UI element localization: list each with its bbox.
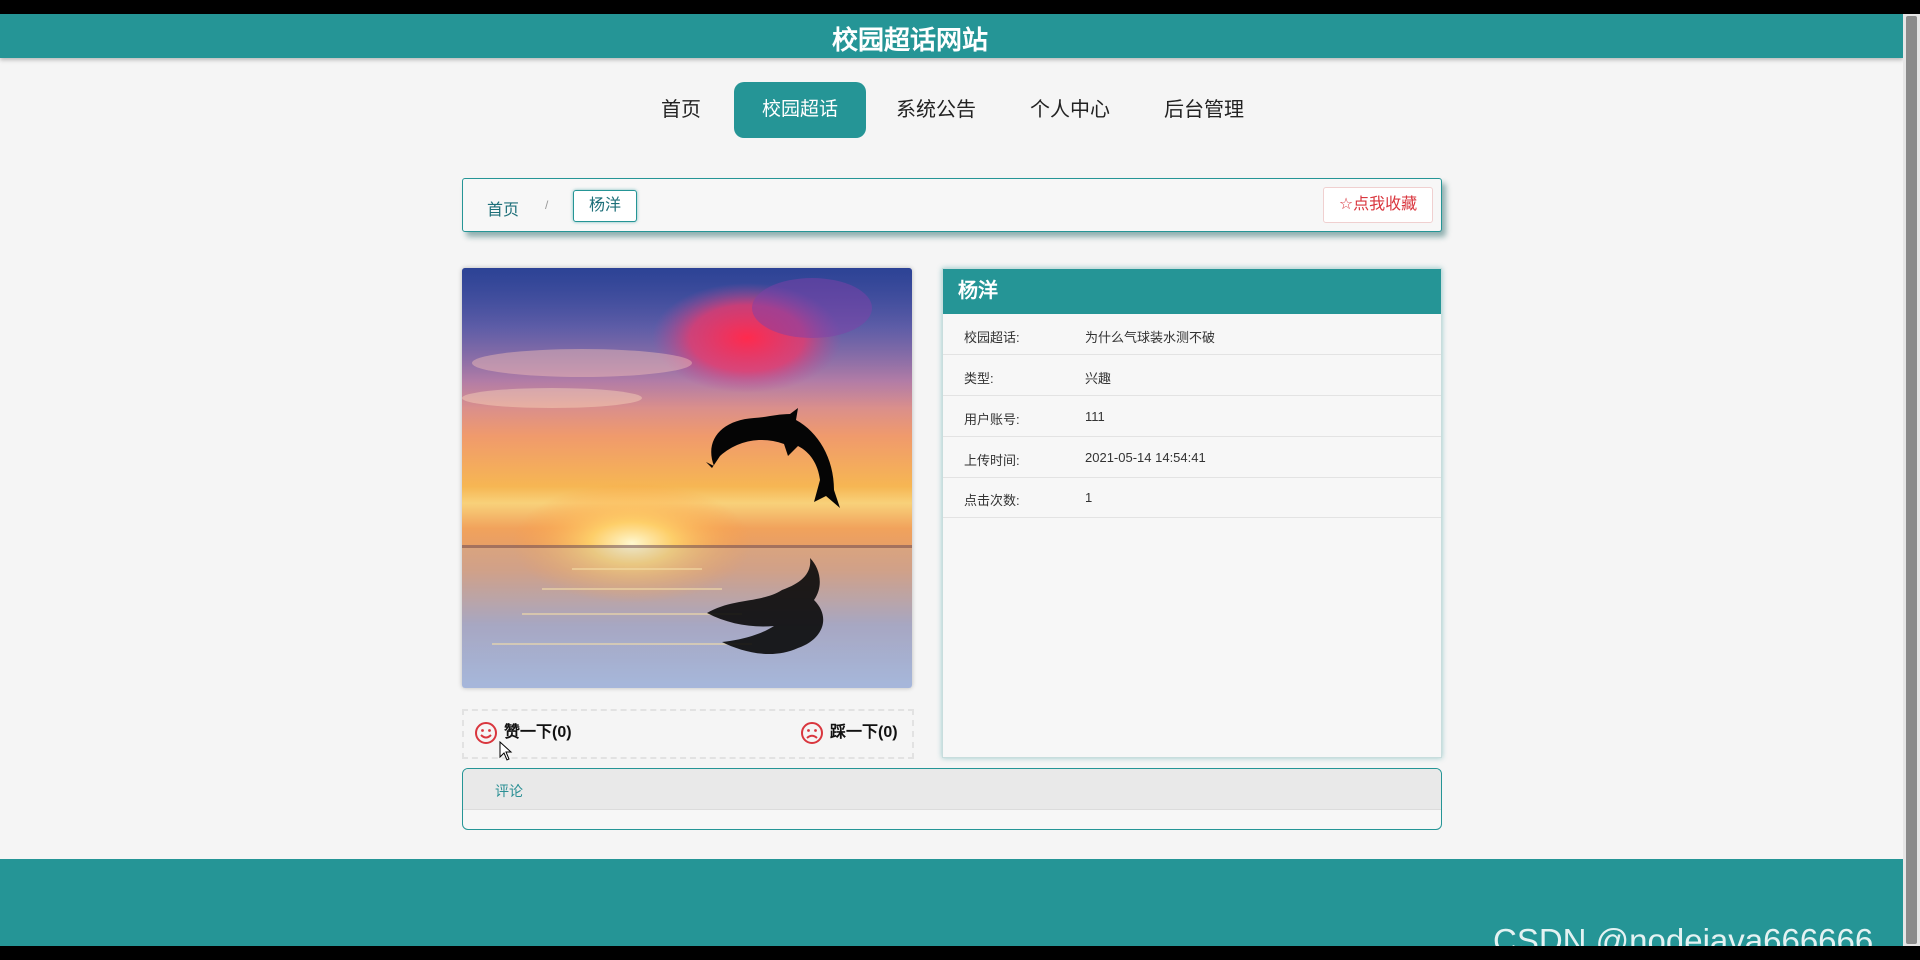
breadcrumb: 首页 / 杨洋 ☆点我收藏: [462, 178, 1442, 232]
vote-bar: 赞一下(0) 踩一下(0): [462, 709, 914, 759]
site-title: 校园超话网站: [831, 25, 988, 55]
favorite-button[interactable]: ☆点我收藏: [1323, 187, 1433, 223]
favorite-label: 点我收藏: [1353, 196, 1418, 213]
smile-face-icon: [475, 722, 497, 744]
detail-row-key: 校园超话:: [964, 330, 1020, 345]
dislike-label: 踩一下(0): [830, 724, 898, 741]
detail-panel: 杨洋 校园超话: 为什么气球装水测不破 类型: 兴趣 用户账号: 111 上传时…: [942, 268, 1442, 758]
detail-row: 点击次数: 1: [943, 477, 1441, 518]
dislike-button[interactable]: 踩一下(0): [800, 721, 910, 745]
detail-row-key: 点击次数:: [964, 493, 1020, 508]
topic-image: [462, 268, 912, 688]
nav-item-announcements[interactable]: 系统公告: [888, 82, 984, 138]
detail-row-key: 上传时间:: [964, 453, 1020, 468]
detail-row: 用户账号: 111: [943, 396, 1441, 437]
detail-row-key: 用户账号:: [964, 412, 1020, 427]
comment-tab[interactable]: 评论: [463, 769, 1441, 810]
breadcrumb-separator: /: [545, 198, 549, 212]
site-header: 校园超话网站: [0, 14, 1903, 58]
detail-row-value: 为什么气球装水测不破: [1085, 330, 1216, 345]
page: 校园超话网站 首页 校园超话 系统公告 个人中心 后台管理 首页 / 杨洋 ☆点…: [0, 14, 1903, 946]
star-outline-icon: ☆: [1338, 196, 1354, 213]
breadcrumb-home-link[interactable]: 首页: [487, 196, 519, 220]
comment-tab-label: 评论: [495, 783, 523, 799]
nav-item-home[interactable]: 首页: [650, 82, 712, 138]
vertical-scrollbar[interactable]: [1903, 14, 1920, 946]
detail-row-value: 2021-05-14 14:54:41: [1085, 450, 1206, 465]
like-button[interactable]: 赞一下(0): [474, 721, 594, 745]
detail-title: 杨洋: [943, 269, 1441, 314]
mouse-cursor-icon: [499, 741, 513, 761]
detail-row: 校园超话: 为什么气球装水测不破: [943, 314, 1441, 355]
sad-face-icon: [801, 722, 823, 744]
detail-row: 类型: 兴趣: [943, 355, 1441, 396]
comment-panel: 评论: [462, 768, 1442, 830]
main-nav: 首页 校园超话 系统公告 个人中心 后台管理: [0, 82, 1903, 138]
watermark: CSDN @nodejava666666: [1493, 922, 1874, 946]
like-label: 赞一下(0): [504, 724, 572, 741]
detail-row-value: 兴趣: [1085, 371, 1112, 386]
nav-item-admin[interactable]: 后台管理: [1156, 82, 1252, 138]
nav-item-profile[interactable]: 个人中心: [1022, 82, 1118, 138]
detail-row: 上传时间: 2021-05-14 14:54:41: [943, 437, 1441, 478]
scrollbar-thumb[interactable]: [1906, 16, 1917, 944]
nav-item-campus-topics[interactable]: 校园超话: [734, 82, 866, 138]
dolphin-sunset-illustration: [462, 268, 912, 688]
detail-row-key: 类型:: [964, 371, 994, 386]
detail-row-value: 111: [1085, 409, 1105, 424]
detail-row-value: 1: [1085, 490, 1093, 505]
breadcrumb-current[interactable]: 杨洋: [573, 190, 637, 222]
